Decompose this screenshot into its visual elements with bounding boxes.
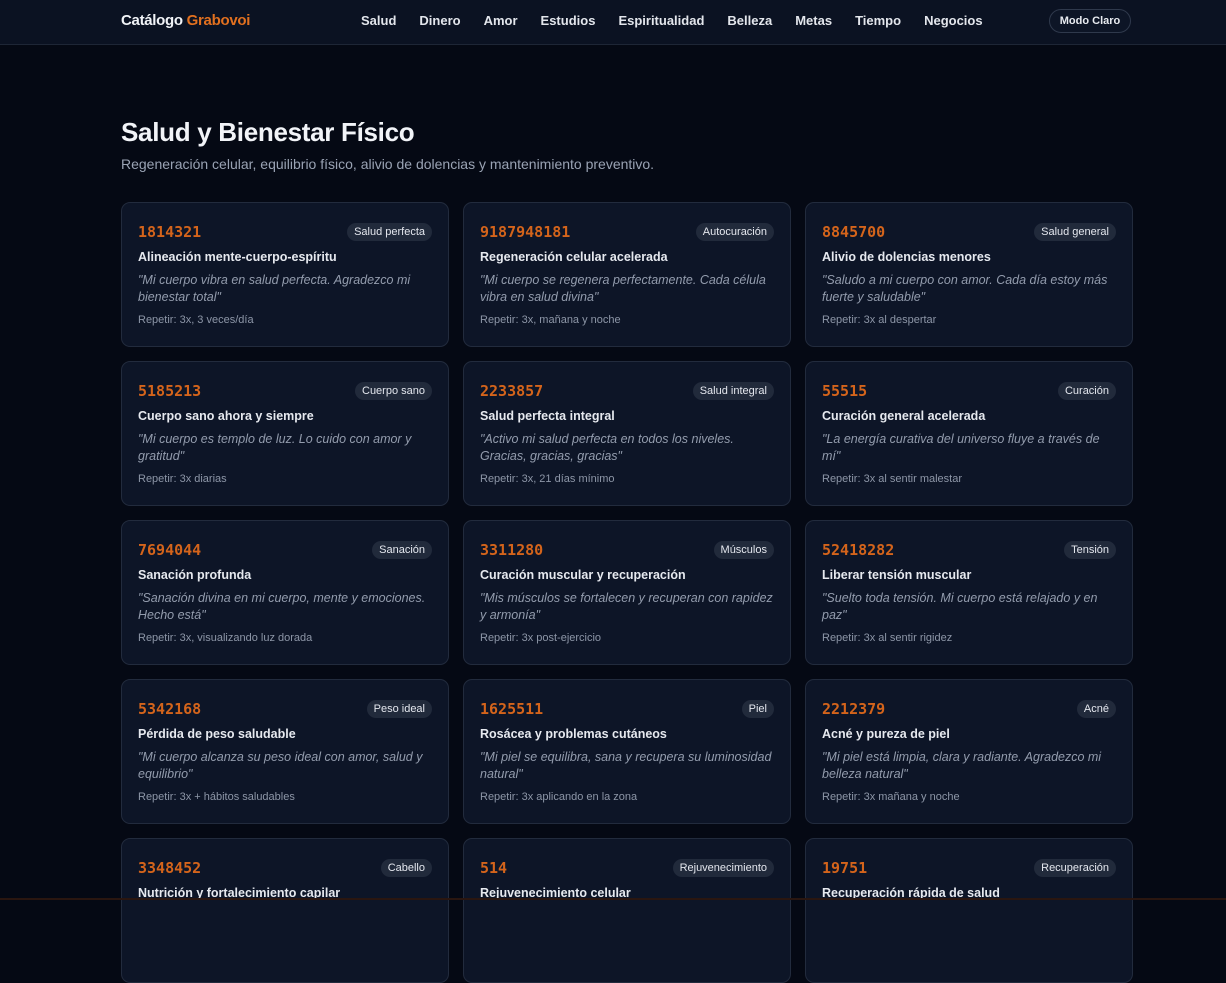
card-affirmation: "Activo mi salud perfecta en todos los n…: [480, 432, 734, 463]
code-card[interactable]: 19751 Recuperación Recuperación rápida de …: [805, 838, 1133, 983]
card-category-badge: Recuperación: [1034, 859, 1116, 877]
card-repeat-instructions: Repetir: 3x post-ejercicio: [480, 632, 602, 644]
code-card[interactable]: 514 Rejuvenecimiento Rejuvenecimiento celu…: [463, 838, 791, 983]
card-repeat-instructions: Repetir: 3x aplicando en la zona: [480, 791, 638, 803]
card-category-badge: Cabello: [380, 859, 432, 877]
nav-link-espiritualidad[interactable]: Espiritualidad: [618, 13, 704, 28]
card-title: Acné y pureza de piel: [822, 727, 950, 741]
nav-links: Salud Dinero Amor Estudios Espiritualida…: [361, 13, 1006, 28]
code-card[interactable]: 5185213 Cuerpo sano Cuerpo sano ahora y si…: [121, 361, 449, 506]
code-card[interactable]: 1625511 Piel Rosácea y problemas cutáneos "…: [463, 679, 791, 824]
brand-name: Catálogo: [121, 12, 183, 29]
page-subtitle: Regeneración celular, equilibrio físico,…: [121, 156, 655, 172]
code-card[interactable]: 8845700 Salud general Alivio de dolencias …: [805, 202, 1133, 347]
code-card[interactable]: 5342168 Peso ideal Pérdida de peso saludab…: [121, 679, 449, 824]
card-title: Curación muscular y recuperación: [480, 568, 686, 582]
card-code: 1625511: [480, 700, 544, 718]
nav-link-amor[interactable]: Amor: [484, 13, 518, 28]
card-affirmation: "Mis músculos se fortalecen y recuperan …: [480, 591, 773, 622]
card-repeat-instructions: Repetir: 3x diarias: [138, 473, 227, 485]
card-title: Salud perfecta integral: [480, 409, 615, 423]
card-category-badge: Acné: [1076, 700, 1116, 718]
card-title: Cuerpo sano ahora y siempre: [138, 409, 314, 423]
card-category-badge: Autocuración: [695, 223, 774, 241]
card-repeat-instructions: Repetir: 3x al sentir malestar: [822, 473, 962, 485]
code-card[interactable]: 3311280 Músculos Curación muscular y recup…: [463, 520, 791, 665]
card-title: Curación general acelerada: [822, 409, 986, 423]
card-repeat-instructions: Repetir: 3x, 21 días mínimo: [480, 473, 615, 485]
code-card[interactable]: 52418282 Tensión Liberar tensión muscular "…: [805, 520, 1133, 665]
nav-link-negocios[interactable]: Negocios: [924, 13, 983, 28]
code-card[interactable]: 55515 Curación Curación general acelerada "…: [805, 361, 1133, 506]
card-title: Sanación profunda: [138, 568, 252, 582]
card-category-badge: Salud general: [1034, 223, 1116, 241]
card-repeat-instructions: Repetir: 3x mañana y noche: [822, 791, 960, 803]
card-title: Alineación mente-cuerpo-espíritu: [138, 250, 337, 264]
card-category-badge: Salud perfecta: [347, 223, 432, 241]
nav-link-metas[interactable]: Metas: [795, 13, 832, 28]
code-card[interactable]: 9187948181 Autocuración Regeneración celul…: [463, 202, 791, 347]
card-affirmation: [480, 908, 774, 942]
card-title: Regeneración celular acelerada: [480, 250, 668, 264]
card-repeat-instructions: Repetir: 3x, 3 veces/día: [138, 314, 254, 326]
card-title: Alivio de dolencias menores: [822, 250, 991, 264]
card-repeat-instructions: Repetir: 3x al sentir rigidez: [822, 632, 953, 644]
card-affirmation: "Mi piel se equilibra, sana y recupera s…: [480, 750, 772, 781]
nav-link-tiempo[interactable]: Tiempo: [855, 13, 901, 28]
card-repeat-instructions: Repetir: 3x, mañana y noche: [480, 314, 621, 326]
brand-accent: Grabovoi: [186, 12, 251, 29]
card-affirmation: "Mi piel está limpia, clara y radiante. …: [822, 750, 1102, 781]
nav-link-dinero[interactable]: Dinero: [419, 13, 460, 28]
card-affirmation: [822, 908, 1116, 942]
card-category-badge: Músculos: [713, 541, 774, 559]
card-affirmation: "Mi cuerpo es templo de luz. Lo cuido co…: [138, 432, 412, 463]
card-category-badge: Peso ideal: [366, 700, 432, 718]
card-category-badge: Piel: [741, 700, 774, 718]
card-affirmation: "Saludo a mi cuerpo con amor. Cada día e…: [822, 273, 1108, 304]
card-repeat-instructions: Repetir: 3x + hábitos saludables: [138, 791, 295, 803]
code-card[interactable]: 3348452 Cabello Nutrición y fortalecimient…: [121, 838, 449, 983]
code-card[interactable]: 2233857 Salud integral Salud perfecta inte…: [463, 361, 791, 506]
card-affirmation: "Mi cuerpo vibra en salud perfecta. Agra…: [138, 273, 411, 304]
card-affirmation: "Mi cuerpo se regenera perfectamente. Ca…: [480, 273, 766, 304]
code-card[interactable]: 2212379 Acné Acné y pureza de piel "Mi piel…: [805, 679, 1133, 824]
card-affirmation: "La energía curativa del universo fluye …: [822, 432, 1100, 463]
card-affirmation: [138, 908, 432, 942]
code-card-grid: 1814321 Salud perfecta Alineación mente-cu…: [121, 202, 1133, 983]
top-navbar: Catálogo Grabovoi Salud Dinero Amor Estu…: [0, 0, 1226, 45]
code-card[interactable]: 7694044 Sanación Sanación profunda "Sanació…: [121, 520, 449, 665]
nav-link-estudios[interactable]: Estudios: [541, 13, 596, 28]
card-title: Pérdida de peso saludable: [138, 727, 296, 741]
card-affirmation: "Suelto toda tensión. Mi cuerpo está rel…: [822, 591, 1098, 622]
brand-logo[interactable]: Catálogo Grabovoi: [121, 12, 250, 29]
card-affirmation: "Sanación divina en mi cuerpo, mente y e…: [138, 591, 426, 622]
card-category-badge: Salud integral: [692, 382, 774, 400]
card-category-badge: Sanación: [372, 541, 432, 559]
theme-toggle-button[interactable]: Modo Claro: [1049, 9, 1131, 33]
card-repeat-instructions: Repetir: 3x, visualizando luz dorada: [138, 632, 313, 644]
card-category-badge: Rejuvenecimiento: [672, 859, 774, 877]
code-card[interactable]: 1814321 Salud perfecta Alineación mente-cu…: [121, 202, 449, 347]
card-affirmation: "Mi cuerpo alcanza su peso ideal con amo…: [138, 750, 423, 781]
card-repeat-instructions: Repetir: 3x al despertar: [822, 314, 937, 326]
card-category-badge: Curación: [1057, 382, 1116, 400]
nav-link-belleza[interactable]: Belleza: [727, 13, 772, 28]
card-category-badge: Cuerpo sano: [355, 382, 432, 400]
card-title: Rosácea y problemas cutáneos: [480, 727, 667, 741]
nav-link-salud[interactable]: Salud: [361, 13, 396, 28]
card-title: Liberar tensión muscular: [822, 568, 972, 582]
page-title: Salud y Bienestar Físico: [121, 117, 415, 147]
card-category-badge: Tensión: [1064, 541, 1116, 559]
card-code: 2212379: [822, 700, 886, 718]
